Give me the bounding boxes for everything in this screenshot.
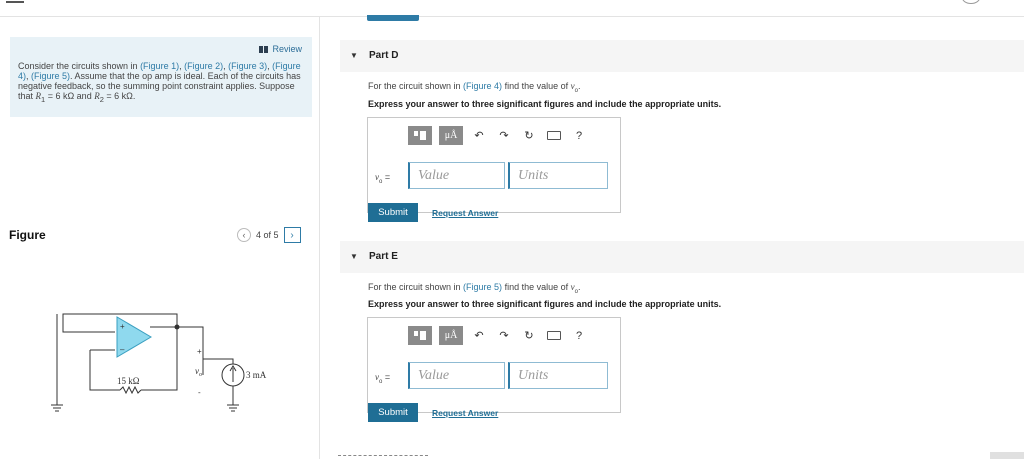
- reset-icon[interactable]: ↻: [520, 126, 538, 145]
- figure-heading: Figure: [9, 228, 46, 242]
- help-icon[interactable]: ?: [570, 326, 588, 345]
- undo-icon[interactable]: ↶: [470, 326, 488, 345]
- problem-intro: Review Consider the circuits shown in (F…: [10, 37, 312, 117]
- units-input[interactable]: [508, 162, 608, 189]
- value-input[interactable]: [408, 362, 505, 389]
- part-d-question: For the circuit shown in (Figure 4) find…: [368, 81, 581, 94]
- active-tab-indicator: [367, 15, 419, 21]
- right-ground: [227, 404, 239, 412]
- part-d: ▼ Part D For the circuit shown in (Figur…: [340, 40, 1024, 230]
- templates-icon[interactable]: [408, 126, 432, 145]
- top-nav-button[interactable]: [962, 0, 980, 4]
- bottom-fragment: [338, 455, 428, 458]
- part-e-answer-box: μÅ ↶ ↷ ↻ ? vo =: [367, 317, 621, 413]
- figure-page-count: 4 of 5: [256, 230, 279, 240]
- templates-icon[interactable]: [408, 326, 432, 345]
- current-arrow: [229, 365, 237, 382]
- output-node: [174, 324, 180, 330]
- intro-text-part: = 6 kΩ and: [45, 91, 95, 101]
- review-icon: [259, 45, 269, 53]
- current-label: 3 mA: [246, 370, 267, 380]
- figure-5-link[interactable]: (Figure 5): [31, 71, 70, 81]
- question-text: find the value of: [502, 282, 571, 292]
- intro-text: Consider the circuits shown in (Figure 1…: [18, 61, 306, 105]
- question-text: find the value of: [502, 81, 571, 91]
- submit-button[interactable]: Submit: [368, 203, 418, 222]
- bottom-right-fragment: [990, 452, 1024, 459]
- units-button[interactable]: μÅ: [439, 326, 463, 345]
- part-e: ▼ Part E For the circuit shown in (Figur…: [340, 241, 1024, 431]
- intro-text-part: = 6 kΩ.: [103, 91, 136, 101]
- value-input[interactable]: [408, 162, 505, 189]
- resistor-label: 15 kΩ: [117, 376, 140, 386]
- question-var-sub: o: [574, 288, 578, 295]
- redo-icon[interactable]: ↷: [495, 326, 513, 345]
- left-ground: [51, 404, 63, 412]
- vo-plus: +: [197, 347, 202, 356]
- part-e-question: For the circuit shown in (Figure 5) find…: [368, 282, 581, 295]
- request-answer-link[interactable]: Request Answer: [432, 408, 498, 418]
- part-e-title: Part E: [369, 251, 398, 262]
- reset-icon[interactable]: ↻: [520, 326, 538, 345]
- intro-text-part: Consider the circuits shown in: [18, 61, 141, 71]
- help-icon[interactable]: ?: [570, 126, 588, 145]
- opamp-minus: –: [120, 345, 125, 354]
- vo-minus: -: [198, 388, 201, 397]
- next-figure-button[interactable]: ›: [283, 227, 301, 243]
- page: Review Consider the circuits shown in (F…: [0, 0, 1024, 459]
- part-e-instruction: Express your answer to three significant…: [368, 299, 722, 309]
- left-branch-wire: [89, 350, 120, 391]
- part-d-instruction: Express your answer to three significant…: [368, 99, 722, 109]
- math-toolbar: μÅ ↶ ↷ ↻ ?: [408, 326, 588, 345]
- collapse-caret-icon[interactable]: ▼: [350, 252, 358, 261]
- figure-4-link[interactable]: (Figure 4): [463, 81, 502, 91]
- opamp-plus: +: [120, 322, 125, 331]
- answer-var-label: vo =: [375, 372, 390, 385]
- submit-button[interactable]: Submit: [368, 403, 418, 422]
- units-button[interactable]: μÅ: [439, 126, 463, 145]
- left-panel: Review Consider the circuits shown in (F…: [0, 17, 320, 459]
- keyboard-icon[interactable]: [547, 331, 561, 340]
- figure-pager: ‹ 4 of 5 ›: [237, 227, 301, 243]
- redo-icon[interactable]: ↷: [495, 126, 513, 145]
- resistor: [119, 385, 142, 395]
- part-d-title: Part D: [369, 50, 399, 61]
- answer-var-label: vo =: [375, 172, 390, 185]
- undo-icon[interactable]: ↶: [470, 126, 488, 145]
- vo-label: vo: [195, 366, 202, 378]
- prev-figure-button[interactable]: ‹: [237, 228, 251, 242]
- question-var-sub: o: [574, 87, 578, 94]
- part-e-header[interactable]: ▼ Part E: [340, 241, 1024, 273]
- question-text: For the circuit shown in: [368, 81, 464, 91]
- part-d-answer-box: μÅ ↶ ↷ ↻ ? vo =: [367, 117, 621, 213]
- keyboard-icon[interactable]: [547, 131, 561, 140]
- review-label: Review: [272, 44, 302, 54]
- answer-eq: =: [382, 172, 391, 182]
- request-answer-link[interactable]: Request Answer: [432, 208, 498, 218]
- figure-3-link[interactable]: (Figure 3): [228, 61, 267, 71]
- source-top-wire: [202, 358, 234, 375]
- part-d-header[interactable]: ▼ Part D: [340, 40, 1024, 72]
- figure-5-link[interactable]: (Figure 5): [463, 282, 502, 292]
- answer-eq: =: [382, 372, 391, 382]
- top-left-fragment: [6, 0, 24, 3]
- circuit-diagram: + – 15 kΩ + vo - 3 mA: [51, 313, 267, 412]
- figure-1-link[interactable]: (Figure 1): [140, 61, 179, 71]
- review-link[interactable]: Review: [259, 44, 302, 54]
- question-text: For the circuit shown in: [368, 282, 464, 292]
- figure-2-link[interactable]: (Figure 2): [184, 61, 223, 71]
- collapse-caret-icon[interactable]: ▼: [350, 51, 358, 60]
- units-input[interactable]: [508, 362, 608, 389]
- math-toolbar: μÅ ↶ ↷ ↻ ?: [408, 126, 588, 145]
